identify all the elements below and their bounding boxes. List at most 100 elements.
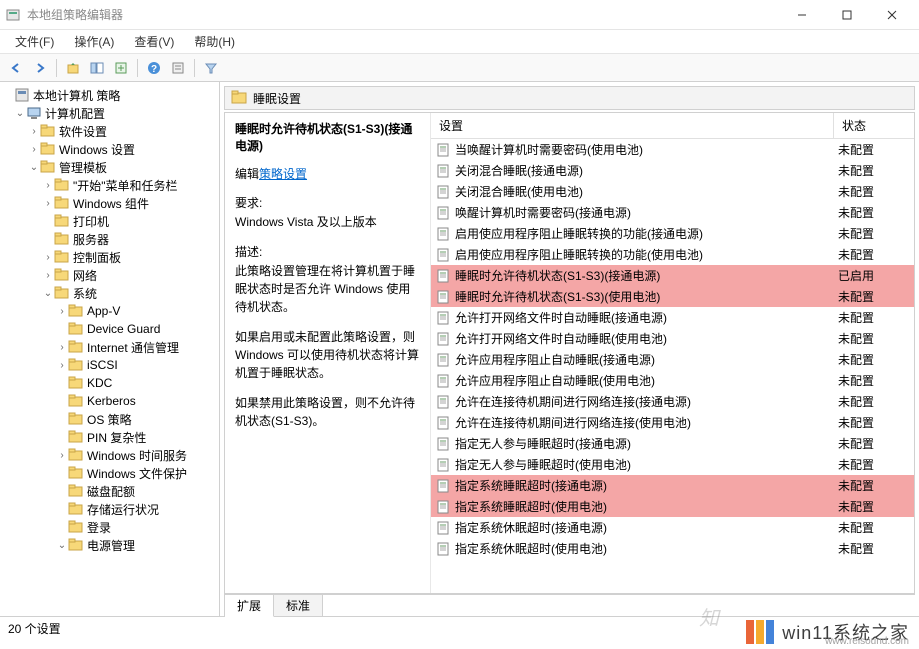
tree-node[interactable]: › 网络 [0,266,219,284]
policy-icon [435,373,451,389]
list-row[interactable]: 允许打开网络文件时自动睡眠(接通电源)未配置 [431,307,914,328]
tree-node[interactable]: ›iSCSI [0,356,219,374]
list-row[interactable]: 当唤醒计算机时需要密码(使用电池)未配置 [431,139,914,160]
tree-node[interactable]: ›软件设置 [0,122,219,140]
close-button[interactable] [869,0,914,30]
tree-node[interactable]: Windows 文件保护 [0,464,219,482]
expander-icon[interactable]: › [42,198,54,209]
list-row[interactable]: 指定系统睡眠超时(接通电源)未配置 [431,475,914,496]
list-row[interactable]: 指定系统休眠超时(接通电源)未配置 [431,517,914,538]
expander-icon[interactable]: › [28,144,40,155]
list-row[interactable]: 允许应用程序阻止自动睡眠(接通电源)未配置 [431,349,914,370]
minimize-button[interactable] [779,0,824,30]
expander-icon[interactable]: › [28,126,40,137]
expander-icon[interactable]: ⌄ [14,108,26,119]
tree-node[interactable]: 服务器 [0,230,219,248]
column-setting[interactable]: 设置 [431,113,834,138]
tree-node[interactable]: 存储运行状况 [0,500,219,518]
expander-icon[interactable]: › [42,180,54,191]
export-button[interactable] [110,57,132,79]
menu-action[interactable]: 操作(A) [64,30,124,53]
separator [56,59,57,77]
expander-icon[interactable]: ⌄ [42,288,54,299]
list-row[interactable]: 唤醒计算机时需要密码(接通电源)未配置 [431,202,914,223]
list-row[interactable]: 指定系统休眠超时(使用电池)未配置 [431,538,914,559]
menu-view[interactable]: 查看(V) [124,30,184,53]
tree-label: 网络 [73,267,97,284]
tree-label: Windows 组件 [73,195,149,212]
setting-state: 未配置 [838,204,914,221]
list-row[interactable]: 允许打开网络文件时自动睡眠(使用电池)未配置 [431,328,914,349]
tree-node[interactable]: ›Windows 设置 [0,140,219,158]
edit-policy-link[interactable]: 策略设置 [259,167,307,181]
expander-icon[interactable]: › [56,450,68,461]
tree-pane[interactable]: 本地计算机 策略 ⌄ 计算机配置›软件设置›Windows 设置⌄管理模板›"开始"… [0,82,220,616]
tab-extended[interactable]: 扩展 [225,595,274,617]
tree-node[interactable]: Kerberos [0,392,219,410]
tree-node[interactable]: ⌄管理模板 [0,158,219,176]
toolbar: ? [0,54,919,82]
policy-icon [435,520,451,536]
folder-icon [40,123,56,139]
list-body[interactable]: 当唤醒计算机时需要密码(使用电池)未配置关闭混合睡眠(接通电源)未配置关闭混合睡… [431,139,914,593]
list-row[interactable]: 关闭混合睡眠(接通电源)未配置 [431,160,914,181]
tree-label: 计算机配置 [45,105,105,122]
expander-icon[interactable]: ⌄ [56,540,68,551]
tree-node[interactable]: ›控制面板 [0,248,219,266]
tree-node[interactable]: ›"开始"菜单和任务栏 [0,176,219,194]
list-row[interactable]: 睡眠时允许待机状态(S1-S3)(接通电源)已启用 [431,265,914,286]
expander-icon[interactable]: › [42,270,54,281]
column-state[interactable]: 状态 [834,113,914,138]
list-row[interactable]: 指定无人参与睡眠超时(接通电源)未配置 [431,433,914,454]
list-row[interactable]: 允许应用程序阻止自动睡眠(使用电池)未配置 [431,370,914,391]
tree-node[interactable]: ›Internet 通信管理 [0,338,219,356]
tree-node[interactable]: 打印机 [0,212,219,230]
tree-node[interactable]: ›App-V [0,302,219,320]
tree-node[interactable]: Device Guard [0,320,219,338]
folder-icon [68,465,84,481]
tree-node[interactable]: PIN 复杂性 [0,428,219,446]
tree-node[interactable]: ⌄系统 [0,284,219,302]
tree-node[interactable]: OS 策略 [0,410,219,428]
maximize-button[interactable] [824,0,869,30]
tree-node[interactable]: 磁盘配额 [0,482,219,500]
up-button[interactable] [62,57,84,79]
expander-icon[interactable]: ⌄ [28,162,40,173]
expander-icon[interactable]: › [42,252,54,263]
expander-icon[interactable]: › [56,306,68,317]
policy-icon [435,478,451,494]
menu-file[interactable]: 文件(F) [5,30,64,53]
back-button[interactable] [5,57,27,79]
tree-node[interactable]: ⌄ 电源管理 [0,536,219,554]
menu-help[interactable]: 帮助(H) [184,30,245,53]
help-button[interactable]: ? [143,57,165,79]
location-label: 睡眠设置 [253,90,301,107]
tree-node[interactable]: › Windows 组件 [0,194,219,212]
list-row[interactable]: 允许在连接待机期间进行网络连接(使用电池)未配置 [431,412,914,433]
list-row[interactable]: 睡眠时允许待机状态(S1-S3)(使用电池)未配置 [431,286,914,307]
tab-standard[interactable]: 标准 [274,595,323,617]
setting-name: 指定无人参与睡眠超时(使用电池) [455,456,838,473]
setting-name: 关闭混合睡眠(使用电池) [455,183,838,200]
list-row[interactable]: 关闭混合睡眠(使用电池)未配置 [431,181,914,202]
show-hide-tree-button[interactable] [86,57,108,79]
setting-name: 睡眠时允许待机状态(S1-S3)(接通电源) [455,267,838,284]
properties-button[interactable] [167,57,189,79]
tree-node[interactable]: ⌄ 计算机配置 [0,104,219,122]
list-row[interactable]: 启用使应用程序阻止睡眠转换的功能(使用电池)未配置 [431,244,914,265]
tree-node[interactable]: 本地计算机 策略 [0,86,219,104]
list-row[interactable]: 启用使应用程序阻止睡眠转换的功能(接通电源)未配置 [431,223,914,244]
list-row[interactable]: 指定系统睡眠超时(使用电池)未配置 [431,496,914,517]
list-row[interactable]: 指定无人参与睡眠超时(使用电池)未配置 [431,454,914,475]
policy-icon [435,163,451,179]
tree-node[interactable]: KDC [0,374,219,392]
setting-name: 指定无人参与睡眠超时(接通电源) [455,435,838,452]
forward-button[interactable] [29,57,51,79]
expander-icon[interactable]: › [56,360,68,371]
tree-label: 电源管理 [87,537,135,554]
expander-icon[interactable]: › [56,342,68,353]
tree-node[interactable]: ›Windows 时间服务 [0,446,219,464]
filter-button[interactable] [200,57,222,79]
list-row[interactable]: 允许在连接待机期间进行网络连接(接通电源)未配置 [431,391,914,412]
tree-node[interactable]: 登录 [0,518,219,536]
